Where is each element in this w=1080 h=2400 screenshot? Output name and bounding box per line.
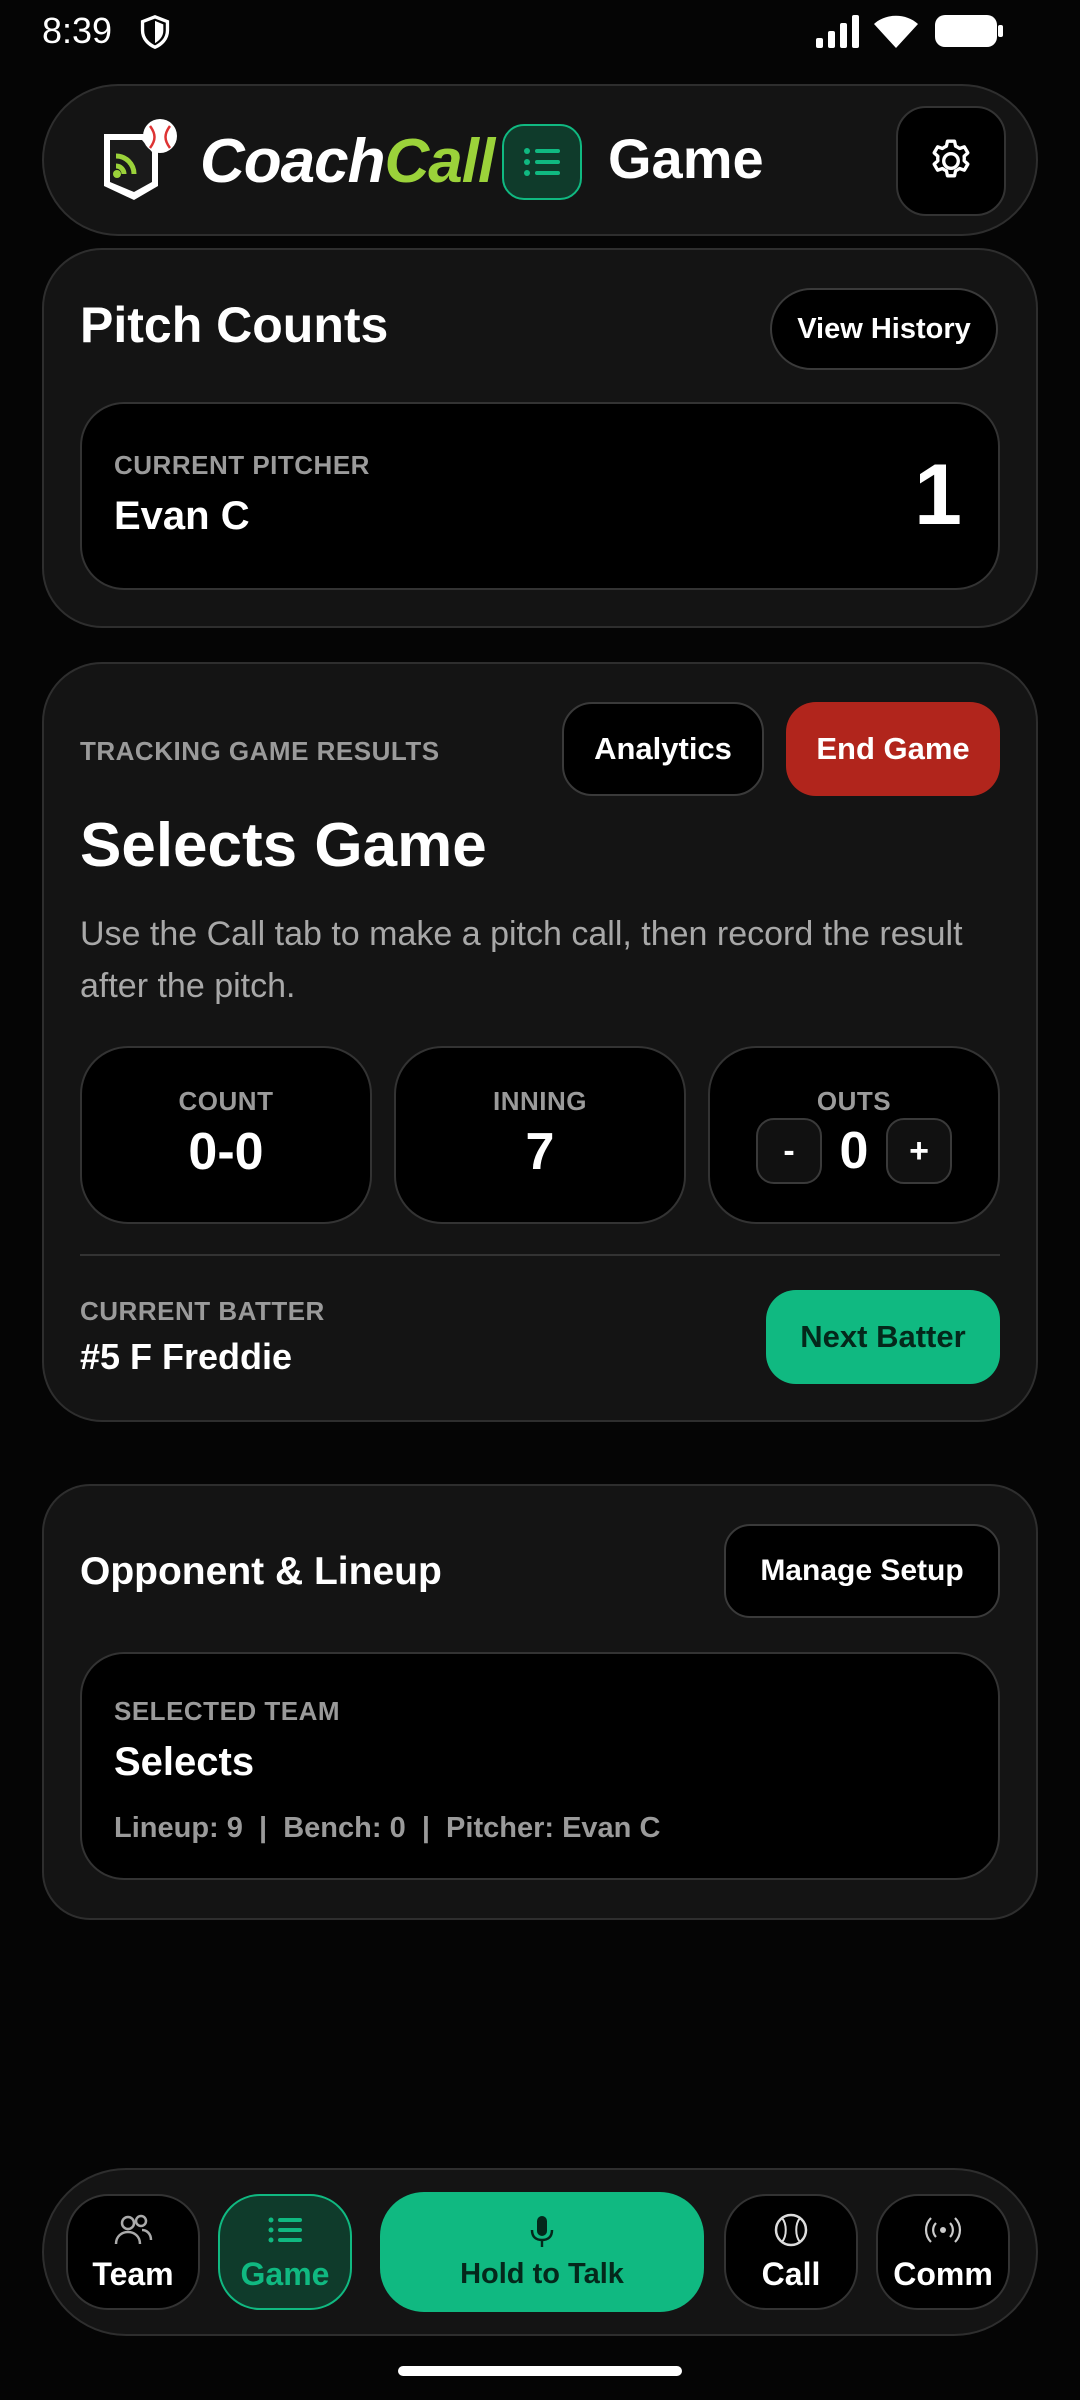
hold-to-talk-button[interactable]: Hold to Talk	[380, 2192, 704, 2312]
logo-coach: Coach	[200, 127, 385, 196]
tracking-label: TRACKING GAME RESULTS	[80, 736, 440, 766]
game-tracking-card: TRACKING GAME RESULTS Analytics End Game…	[42, 662, 1038, 1422]
app-header: CoachCall Game	[42, 84, 1038, 236]
coachcall-logo: CoachCall	[96, 116, 506, 208]
divider	[80, 1254, 1000, 1256]
selected-team-label: SELECTED TEAM	[114, 1696, 341, 1726]
broadcast-icon	[924, 2216, 962, 2243]
selected-team-panel: SELECTED TEAM Selects Lineup: 9 | Bench:…	[80, 1652, 1000, 1880]
list-icon	[268, 2217, 302, 2242]
shield-icon	[140, 14, 170, 50]
opponent-lineup-card: Opponent & Lineup Manage Setup SELECTED …	[42, 1484, 1038, 1920]
current-batter-label: CURRENT BATTER	[80, 1296, 325, 1326]
inning-label: INNING	[493, 1086, 587, 1116]
analytics-button[interactable]: Analytics	[562, 702, 764, 796]
outs-stat: OUTS - 0 +	[708, 1046, 1000, 1224]
cell-signal-icon	[816, 15, 859, 48]
pitch-counts-card: Pitch Counts View History CURRENT PITCHE…	[42, 248, 1038, 628]
logo-mark-icon	[104, 119, 177, 200]
nav-game-label: Game	[240, 2255, 330, 2292]
pitch-count-value: 1	[914, 447, 962, 543]
battery-icon	[935, 15, 1003, 47]
manage-setup-button[interactable]: Manage Setup	[724, 1524, 1000, 1618]
outs-decrement-button[interactable]: -	[756, 1118, 822, 1184]
nav-call[interactable]: Call	[724, 2194, 858, 2310]
count-label: COUNT	[178, 1086, 274, 1116]
list-icon	[524, 148, 560, 176]
next-batter-button[interactable]: Next Batter	[766, 1290, 1000, 1384]
pitch-counts-title: Pitch Counts	[80, 297, 389, 353]
end-game-button[interactable]: End Game	[786, 702, 1000, 796]
nav-game[interactable]: Game	[218, 2194, 352, 2310]
status-time: 8:39	[42, 10, 113, 51]
team-meta: Lineup: 9 | Bench: 0 | Pitcher: Evan C	[114, 1812, 661, 1844]
home-indicator[interactable]	[398, 2366, 682, 2376]
game-title: Selects Game	[80, 811, 487, 880]
nav-team[interactable]: Team	[66, 2194, 200, 2310]
nav-call-label: Call	[761, 2255, 821, 2292]
hold-to-talk-label: Hold to Talk	[460, 2257, 624, 2290]
page-title: Game	[608, 127, 764, 190]
nav-comm[interactable]: Comm	[876, 2194, 1010, 2310]
inning-value: 7	[525, 1123, 555, 1181]
current-batter-name: #5 F Freddie	[80, 1336, 293, 1377]
menu-button[interactable]	[502, 124, 582, 200]
count-value: 0-0	[188, 1123, 264, 1181]
current-pitcher-name: Evan C	[114, 494, 250, 538]
outs-stepper: - 0 +	[710, 1118, 998, 1184]
game-description: Use the Call tab to make a pitch call, t…	[80, 915, 963, 1005]
nav-comm-label: Comm	[893, 2255, 993, 2292]
settings-button[interactable]	[896, 106, 1006, 216]
status-bar: 8:39	[0, 0, 1080, 64]
opponent-lineup-title: Opponent & Lineup	[80, 1550, 442, 1593]
outs-label: OUTS	[816, 1086, 892, 1116]
microphone-icon	[530, 2215, 554, 2247]
wifi-icon	[874, 15, 918, 48]
current-pitcher-panel: CURRENT PITCHER Evan C 1	[80, 402, 1000, 590]
logo-wordmark: CoachCall	[200, 126, 495, 197]
gear-icon	[932, 139, 970, 178]
selected-team-name: Selects	[114, 1740, 255, 1784]
outs-increment-button[interactable]: +	[886, 1118, 952, 1184]
logo-call: Call	[384, 127, 495, 196]
inning-stat: INNING 7	[394, 1046, 686, 1224]
bottom-nav: Team Game Hold to Talk Call Comm	[42, 2168, 1038, 2336]
nav-team-label: Team	[92, 2255, 174, 2292]
view-history-button[interactable]: View History	[770, 288, 998, 370]
outs-value: 0	[839, 1122, 869, 1180]
current-pitcher-label: CURRENT PITCHER	[114, 450, 370, 480]
count-stat: COUNT 0-0	[80, 1046, 372, 1224]
baseball-icon	[774, 2213, 808, 2246]
users-icon	[114, 2214, 153, 2244]
